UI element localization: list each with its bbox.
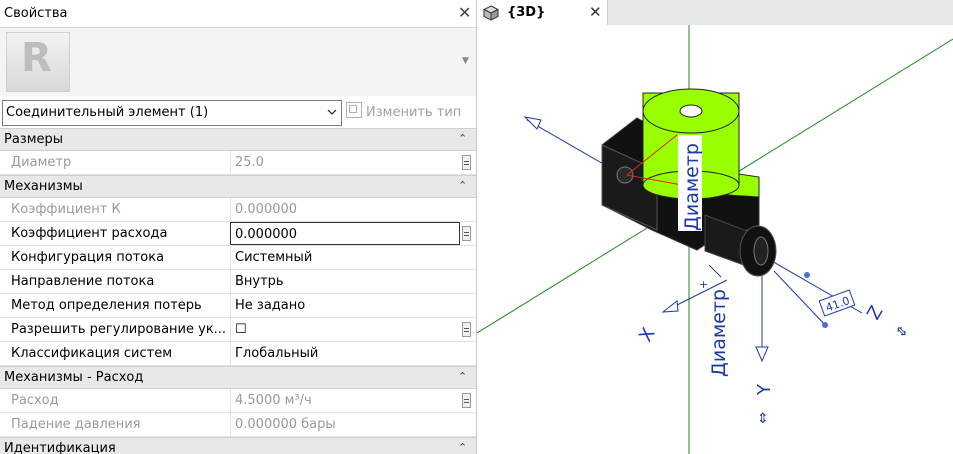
- property-value-field: 25.0: [230, 151, 460, 174]
- property-group-header[interactable]: Механизмы ⌃: [0, 175, 476, 198]
- flip-arrows-icon[interactable]: ⇕: [757, 411, 769, 427]
- property-label: Диаметр: [11, 155, 72, 170]
- axis-z-label: Z: [863, 302, 887, 323]
- mount-hole: [616, 166, 634, 184]
- cube-icon: [483, 5, 499, 21]
- axis-x-label: X: [635, 324, 659, 345]
- diameter-label-top[interactable]: Диаметр: [681, 143, 703, 231]
- collapse-chevron-icon[interactable]: ⌃: [458, 179, 467, 192]
- selector-row: Соединительный элемент (1) Изменить тип: [0, 98, 476, 128]
- property-value-field[interactable]: Не задано: [230, 294, 460, 317]
- property-value-field[interactable]: ☐: [230, 318, 460, 341]
- property-value-field[interactable]: Глобальный: [230, 342, 460, 365]
- tab-3d-label: {3D}: [507, 5, 546, 20]
- property-value-field: 0.000000: [230, 198, 460, 221]
- property-grid: Размеры ⌃ Диаметр 25.0 Механизмы ⌃ Коэффициент…: [0, 128, 476, 454]
- property-row: Классификация систем Глобальный: [0, 342, 476, 366]
- edit-type-button[interactable]: Изменить тип: [346, 102, 461, 122]
- property-group-header[interactable]: Идентификация ⌃: [0, 437, 476, 454]
- family-thumbnail-icon: R: [6, 32, 70, 92]
- property-label: Разрешить регулирование ук...: [11, 322, 227, 337]
- property-row: Конфигурация потока Системный: [0, 246, 476, 270]
- properties-panel: Свойства ✕ R ▼ Соединительный элемент (1…: [0, 0, 477, 454]
- 3d-view-panel: {3D} ✕ 41.0 Диаметр Диаметр X Y Z ⇕ ⇕ +: [477, 0, 953, 454]
- arrow-icon: [755, 346, 769, 363]
- property-group-label: Размеры: [4, 132, 64, 147]
- properties-titlebar: Свойства ✕: [0, 0, 476, 28]
- property-label: Коэффициент К: [11, 202, 121, 217]
- property-label: Классификация систем: [11, 346, 173, 361]
- property-row: Разрешить регулирование ук... ☐: [0, 318, 476, 342]
- property-label: Коэффициент расхода: [11, 226, 168, 241]
- type-preview-area[interactable]: R ▼: [0, 28, 476, 96]
- instance-filter-value: Соединительный элемент (1): [6, 105, 209, 120]
- instance-filter-dropdown[interactable]: Соединительный элемент (1): [2, 100, 342, 126]
- outlet-flange-face: [753, 236, 769, 266]
- green-cylinder-bore: [679, 104, 703, 118]
- property-row: Направление потока Внутрь: [0, 270, 476, 294]
- property-value-field: 0.000000 бары: [230, 413, 460, 436]
- chevron-down-icon[interactable]: ▼: [462, 56, 469, 66]
- associate-parameter-button[interactable]: [462, 155, 471, 170]
- associate-parameter-button[interactable]: [462, 393, 471, 408]
- property-group-label: Механизмы: [4, 179, 83, 194]
- properties-title: Свойства: [4, 6, 68, 21]
- property-group-label: Идентификация: [4, 441, 116, 454]
- property-row: Коэффициент расхода 0.000000: [0, 222, 476, 246]
- property-value-field[interactable]: Внутрь: [230, 270, 460, 293]
- connector-tick: [708, 264, 722, 278]
- property-label: Направление потока: [11, 274, 155, 289]
- property-label: Расход: [11, 393, 59, 408]
- property-group-label: Механизмы - Расход: [4, 370, 144, 385]
- property-row: Коэффициент К 0.000000: [0, 198, 476, 222]
- property-group-header[interactable]: Размеры ⌃: [0, 128, 476, 151]
- property-row: Диаметр 25.0: [0, 151, 476, 175]
- dimension-grip[interactable]: [822, 322, 828, 328]
- property-group-header[interactable]: Механизмы - Расход ⌃: [0, 366, 476, 389]
- property-label: Падение давления: [11, 417, 141, 432]
- property-value-field[interactable]: Системный: [230, 246, 460, 269]
- edit-type-label: Изменить тип: [366, 105, 462, 120]
- diameter-label-bottom[interactable]: Диаметр: [708, 289, 730, 377]
- property-label: Метод определения потерь: [11, 298, 202, 313]
- chevron-down-icon: [327, 109, 337, 115]
- tab-3d[interactable]: {3D} ✕: [477, 0, 608, 25]
- collapse-chevron-icon[interactable]: ⌃: [458, 441, 467, 454]
- collapse-chevron-icon[interactable]: ⌃: [458, 370, 467, 383]
- property-row: Падение давления 0.000000 бары: [0, 413, 476, 437]
- property-value-field: 4.5000 м³/ч: [230, 389, 460, 412]
- property-label: Конфигурация потока: [11, 250, 165, 265]
- close-icon[interactable]: ✕: [589, 3, 602, 21]
- property-value-field[interactable]: 0.000000: [230, 222, 460, 245]
- property-row: Расход 4.5000 м³/ч: [0, 389, 476, 413]
- collapse-chevron-icon[interactable]: ⌃: [458, 132, 467, 145]
- 3d-model-canvas[interactable]: 41.0 Диаметр Диаметр X Y Z ⇕ ⇕ +: [477, 25, 953, 454]
- view-tab-bar: {3D} ✕: [477, 0, 953, 25]
- associate-parameter-button[interactable]: [462, 226, 471, 241]
- property-row: Метод определения потерь Не задано: [0, 294, 476, 318]
- connector-plus-icon: +: [699, 278, 708, 291]
- dimension-line: [773, 270, 828, 328]
- dimension-grip[interactable]: [804, 272, 810, 278]
- close-icon[interactable]: ✕: [458, 3, 471, 22]
- arrow-icon: [661, 300, 679, 313]
- associate-parameter-button[interactable]: [462, 322, 471, 337]
- flip-arrows-icon[interactable]: ⇕: [893, 322, 913, 342]
- edit-type-icon: [346, 102, 362, 118]
- axis-y-label: Y: [754, 383, 775, 396]
